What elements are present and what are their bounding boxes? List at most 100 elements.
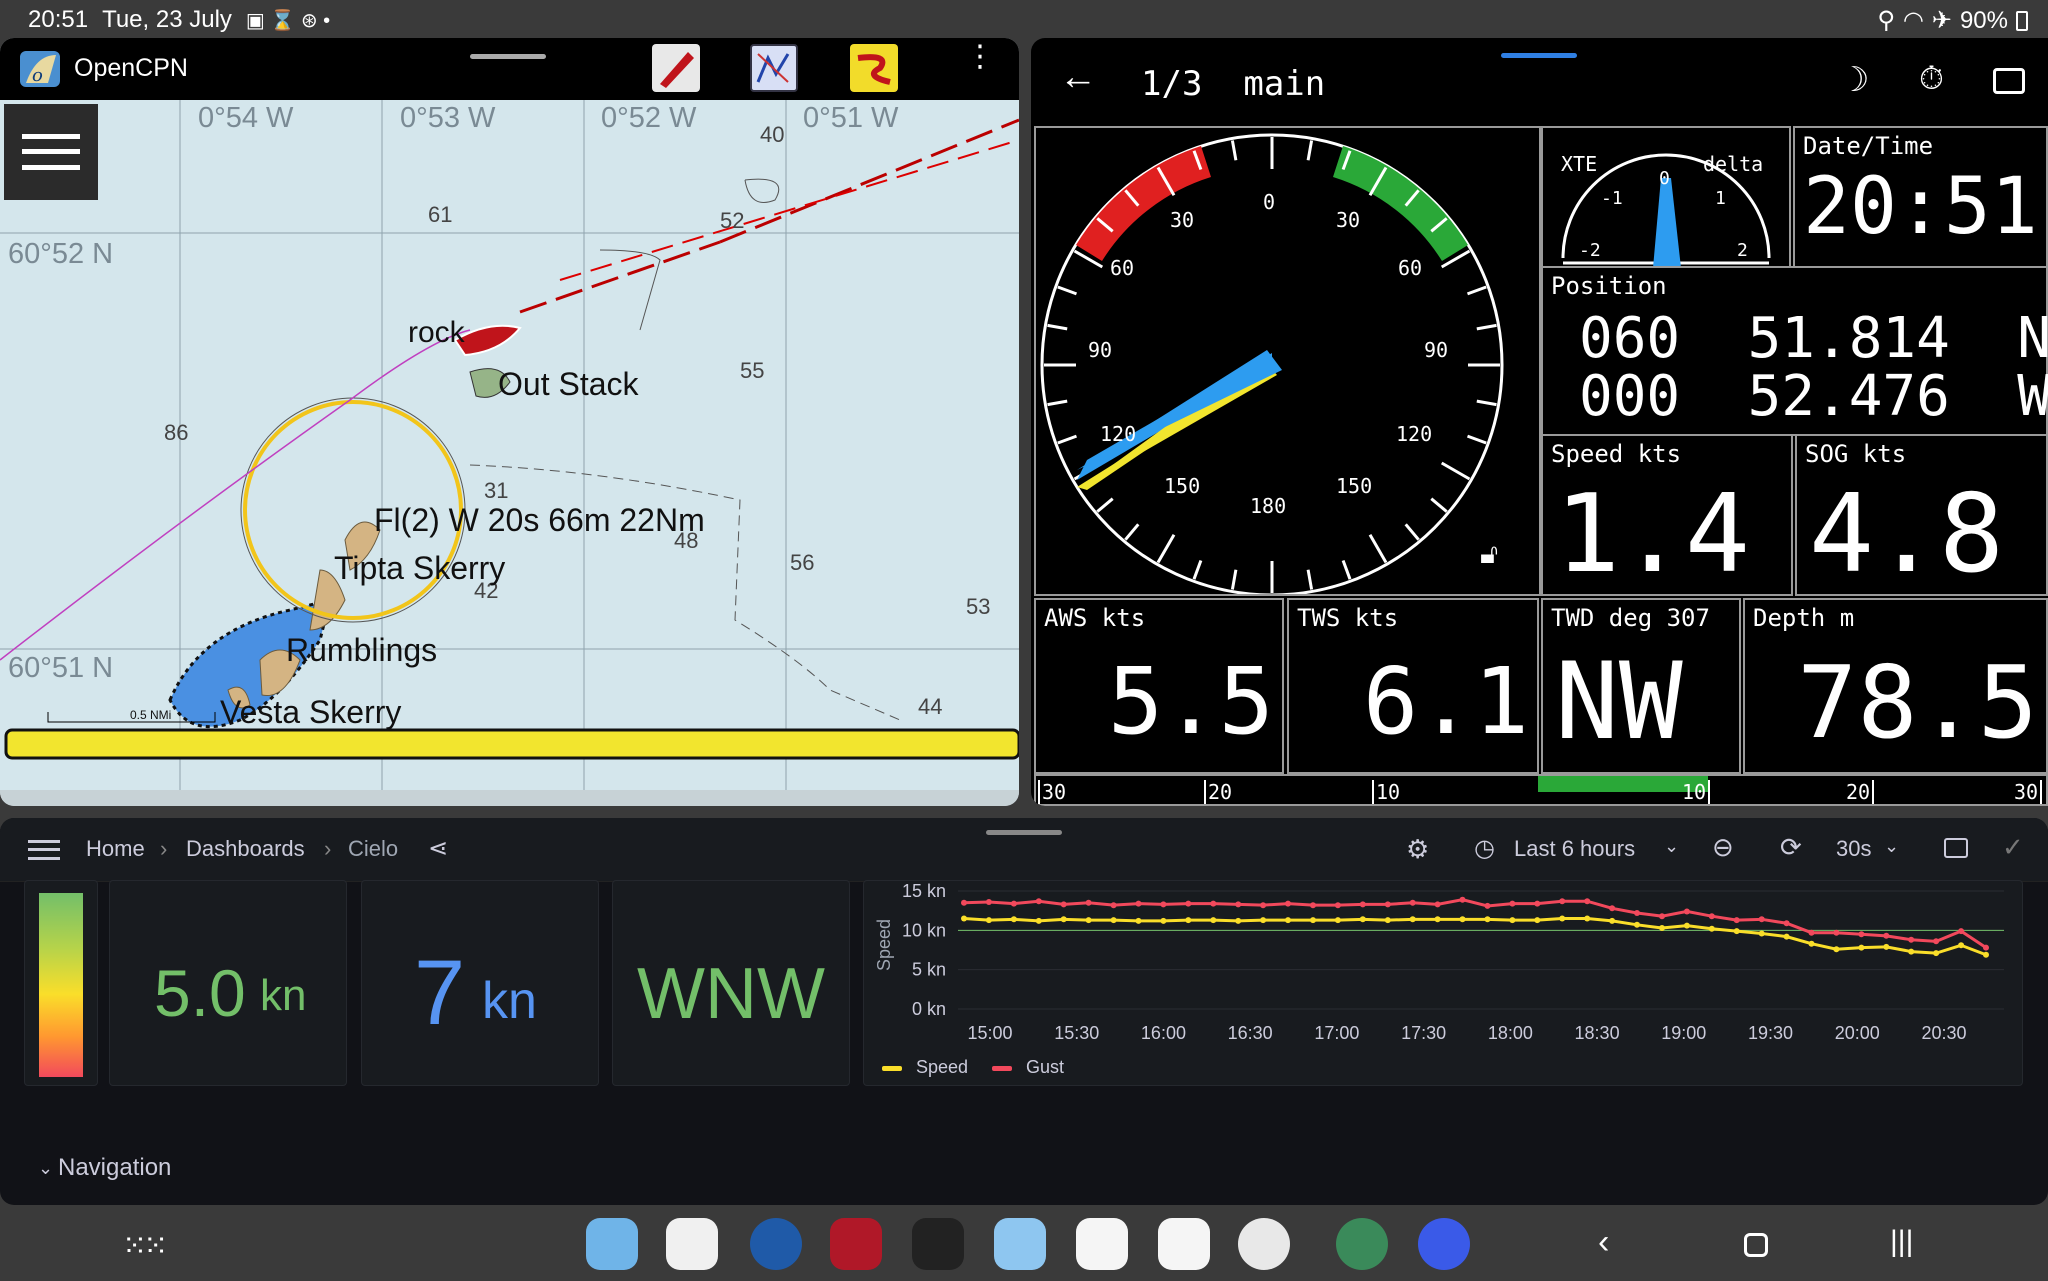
app-icon-earth[interactable] — [1336, 1218, 1388, 1270]
speed-chart-panel: Speed 0 kn 5 kn 10 kn 15 kn 15:00 15:30 16:00 16… — [863, 880, 2023, 1086]
share-icon[interactable]: ⋖ — [428, 834, 448, 863]
twd-label: TWD deg 307 — [1551, 604, 1710, 632]
x-tick-label: 17:30 — [1401, 1023, 1446, 1043]
data-point — [1708, 925, 1715, 932]
bar-tick: 10 — [1372, 780, 1400, 804]
lon-label: 0°51 W — [803, 102, 899, 134]
settings-icon[interactable]: ⚙ — [1406, 834, 1429, 865]
data-point — [1783, 933, 1790, 940]
app-icon-sailboat[interactable] — [586, 1218, 638, 1270]
chevron-down-icon[interactable]: ⌄ — [1664, 836, 1679, 857]
window-drag-handle[interactable] — [1501, 53, 1577, 58]
zoom-out-icon[interactable]: ⊖ — [1712, 832, 1734, 863]
data-point — [1334, 917, 1341, 924]
bar-tick: 30 — [2014, 780, 2043, 804]
back-arrow-icon[interactable]: ← — [1059, 56, 1097, 99]
home-nav-icon[interactable] — [1744, 1233, 1768, 1257]
refresh-interval[interactable]: 30s — [1836, 836, 1871, 862]
gauge-tick-label: 150 — [1336, 474, 1373, 498]
lock-icon[interactable]: 🔓︎ — [1480, 538, 1498, 571]
opencpn-window: o OpenCPN ⋮ 0°54 W 0°53 W 0°52 W 0°51 W … — [0, 38, 1019, 806]
speed-value: 1.4 — [1555, 472, 1751, 597]
nautical-chart[interactable]: 0°54 W 0°53 W 0°52 W 0°51 W 60°52 N 60°5… — [0, 100, 1019, 806]
data-point — [1484, 916, 1491, 923]
breadcrumb-home[interactable]: Home — [86, 836, 145, 862]
back-nav-icon[interactable]: ‹ — [1598, 1223, 1609, 1262]
app-icon-grafana[interactable] — [1076, 1218, 1128, 1270]
xte-delta-label: delta — [1703, 152, 1764, 176]
breadcrumb-dashboards[interactable]: Dashboards — [186, 836, 305, 862]
section-chevron-icon[interactable]: ⌄ — [38, 1158, 53, 1179]
app-icon-chrome[interactable] — [1238, 1218, 1290, 1270]
airplane-icon: ✈ — [1931, 7, 1952, 34]
depth-sounding: 55 — [740, 358, 765, 383]
sog-panel: SOG kts 4.8 — [1795, 434, 2048, 597]
speed-panel: Speed kts 1.4 — [1541, 434, 1793, 597]
light-description: Fl(2) W 20s 66m 22Nm — [374, 502, 705, 538]
window-drag-handle[interactable] — [470, 54, 546, 59]
bar-tick: 10 — [1682, 780, 1711, 804]
data-point — [1609, 905, 1616, 912]
timer-off-icon[interactable]: ⏱ — [1919, 60, 1944, 98]
route-tool-icon[interactable] — [652, 44, 700, 92]
tracks-tool-icon[interactable] — [850, 44, 898, 92]
app-icon-navionics[interactable] — [750, 1218, 802, 1270]
legend-label[interactable]: Speed — [916, 1057, 968, 1077]
layout-icon[interactable] — [1993, 68, 2025, 94]
time-range-picker[interactable]: Last 6 hours — [1514, 836, 1635, 862]
position-panel: Position 060 51.814 N 000 52.476 W — [1541, 266, 2048, 436]
refresh-icon[interactable]: ⟳ — [1780, 832, 1802, 863]
app-icon-messages[interactable] — [1418, 1218, 1470, 1270]
wind-speed-stat-unit: kn — [482, 972, 537, 1030]
app-icon-mail[interactable] — [666, 1218, 718, 1270]
data-point — [1883, 932, 1890, 939]
aws-label: AWS kts — [1044, 604, 1146, 632]
gauge-tick-label: 60 — [1110, 256, 1135, 280]
drag-handle[interactable] — [986, 830, 1062, 835]
depth-sounding: 52 — [720, 208, 745, 233]
status-bar: 20:51 Tue, 23 July ▣ ⌛ ⊛ • ⚲ ◠ ✈ 90% — [0, 0, 2048, 38]
data-point — [1110, 917, 1117, 924]
x-tick-label: 17:00 — [1314, 1023, 1359, 1043]
breadcrumb-separator: › — [160, 836, 168, 861]
y-tick-label: 10 kn — [902, 920, 946, 940]
data-point — [1010, 900, 1017, 907]
position-label: Position — [1551, 272, 1667, 300]
overflow-menu-icon[interactable]: ⋮ — [965, 42, 995, 72]
opencpn-logo-icon: o — [20, 51, 60, 87]
app-icon-raymarine[interactable] — [830, 1218, 882, 1270]
datetime-value: 20:51 — [1803, 162, 2038, 252]
data-point — [1384, 917, 1391, 924]
gauge-tick-label: 30 — [1170, 208, 1195, 232]
xte-tick: -1 — [1601, 188, 1623, 209]
position-lat: 060 51.814 N — [1579, 306, 2048, 371]
app-icon-opencpn[interactable] — [994, 1218, 1046, 1270]
data-point — [985, 917, 992, 924]
app-icon-maps[interactable] — [1158, 1218, 1210, 1270]
data-point — [1584, 898, 1591, 905]
data-point — [1210, 917, 1217, 924]
data-point — [1833, 929, 1840, 936]
depth-sounding: 56 — [790, 550, 815, 575]
chart-menu-button[interactable] — [4, 104, 98, 200]
data-point — [1758, 916, 1765, 923]
data-point — [1683, 908, 1690, 915]
app-icon-chart-grid[interactable] — [912, 1218, 964, 1270]
chevron-down-icon[interactable]: ⌄ — [1884, 836, 1899, 857]
app-drawer-icon[interactable]: ⁙⁙ — [122, 1229, 168, 1264]
recents-nav-icon[interactable]: ||| — [1890, 1225, 1913, 1259]
section-navigation[interactable]: Navigation — [58, 1154, 171, 1182]
tv-mode-icon[interactable] — [1944, 838, 1968, 858]
data-point — [1509, 917, 1516, 924]
data-point — [1808, 940, 1815, 947]
data-point — [1060, 916, 1067, 923]
gauge-tick-label: 0 — [1263, 190, 1276, 214]
data-point — [1659, 913, 1665, 920]
ais-tool-icon[interactable] — [750, 44, 798, 92]
check-icon[interactable]: ✓ — [2002, 832, 2024, 863]
night-mode-icon[interactable]: ☽ — [1839, 60, 1869, 100]
x-tick-label: 16:30 — [1228, 1023, 1273, 1043]
data-point — [985, 899, 992, 905]
legend-label[interactable]: Gust — [1026, 1057, 1064, 1077]
data-point — [1010, 916, 1017, 923]
